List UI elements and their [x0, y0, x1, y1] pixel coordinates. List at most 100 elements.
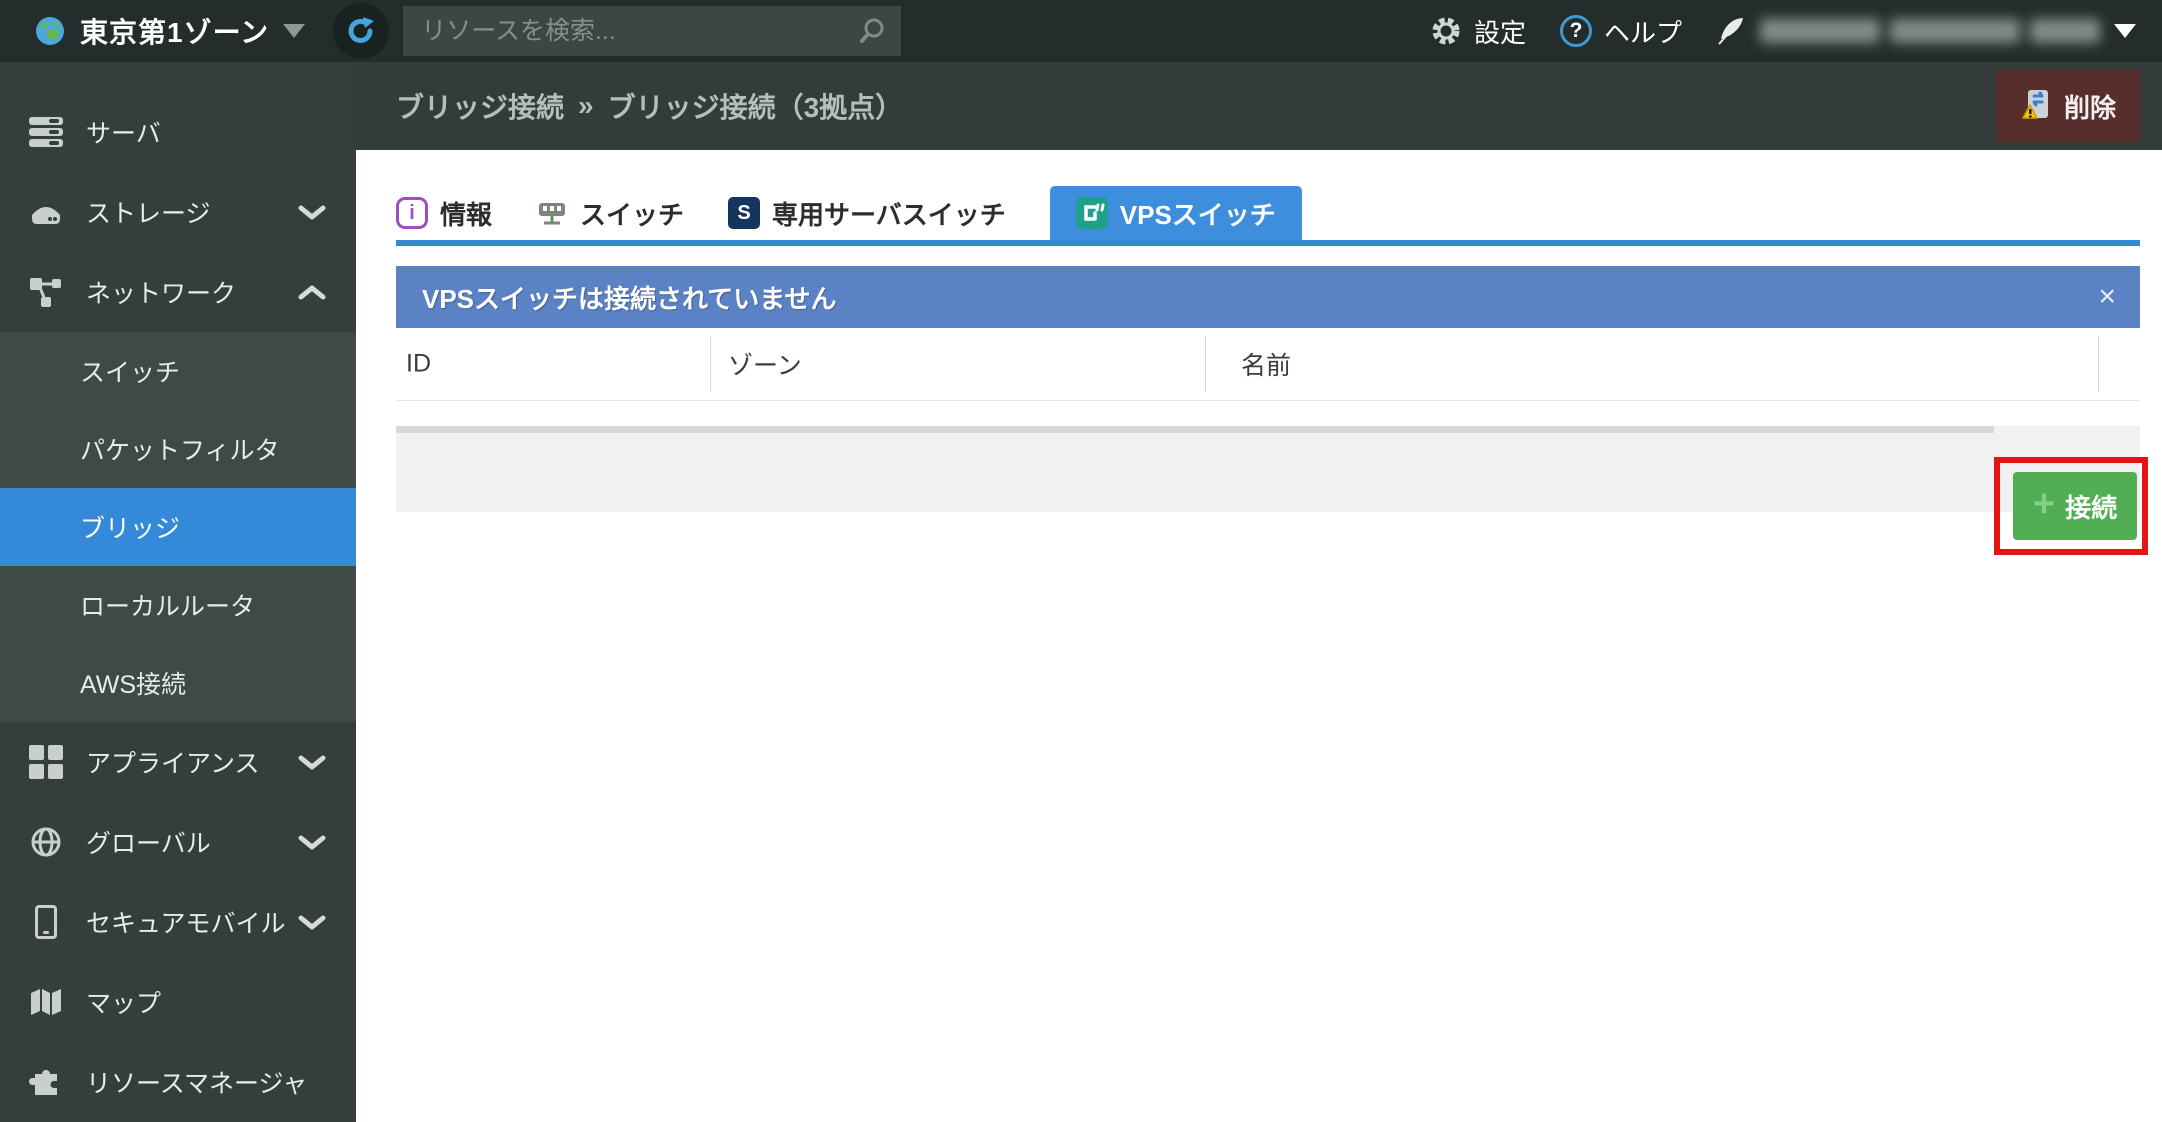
- switch-icon: [536, 197, 568, 229]
- sidebar-subitem-label: パケットフィルタ: [80, 431, 280, 467]
- chevron-up-icon: [298, 284, 326, 300]
- sidebar-item-bridge[interactable]: ブリッジ: [0, 488, 356, 566]
- refresh-button[interactable]: [333, 3, 389, 59]
- sidebar-item-network[interactable]: ネットワーク: [0, 252, 356, 332]
- settings-label: 設定: [1474, 13, 1526, 50]
- close-icon[interactable]: ×: [2098, 282, 2116, 312]
- delete-icon: [2020, 88, 2052, 124]
- topbar-right: 設定 ? ヘルプ: [1430, 13, 2162, 50]
- table-header: ID ゾーン 名前: [396, 328, 2140, 401]
- sidebar-item-appliance[interactable]: アプライアンス: [0, 722, 356, 802]
- tab-dedicated-switch[interactable]: S 専用サーバスイッチ: [728, 186, 1006, 240]
- tab-label: VPSスイッチ: [1120, 195, 1276, 232]
- empty-table-row: [396, 426, 2140, 512]
- column-divider: [710, 336, 711, 392]
- sidebar-item-storage[interactable]: ストレージ: [0, 172, 356, 252]
- vps-icon: [1076, 197, 1108, 229]
- network-submenu: スイッチ パケットフィルタ ブリッジ ローカルルータ AWS接続: [0, 332, 356, 722]
- alert-message: VPSスイッチは接続されていません: [422, 279, 836, 316]
- sidebar-item-resource-manager[interactable]: リソースマネージャ: [0, 1042, 356, 1122]
- connect-label: 接続: [2065, 488, 2117, 525]
- search-input[interactable]: [403, 17, 857, 46]
- page-header: ブリッジ接続 » ブリッジ接続（3拠点） 削除: [356, 62, 2162, 150]
- sidebar-subitem-label: AWS接続: [80, 665, 186, 701]
- sidebar-item-secure-mobile[interactable]: セキュアモバイル: [0, 882, 356, 962]
- storage-icon: [28, 197, 64, 227]
- appliance-icon: [28, 745, 64, 779]
- delete-button[interactable]: 削除: [1996, 70, 2140, 142]
- dedicated-server-icon: S: [728, 197, 760, 229]
- sidebar-item-global[interactable]: グローバル: [0, 802, 356, 882]
- tab-label: スイッチ: [580, 195, 684, 232]
- app-window: 東京第1ゾーン: [0, 0, 2162, 1122]
- chevron-down-icon: [298, 834, 326, 850]
- help-button[interactable]: ? ヘルプ: [1560, 13, 1682, 50]
- settings-button[interactable]: 設定: [1430, 13, 1526, 50]
- tab-info[interactable]: i 情報: [396, 186, 492, 240]
- tab-bar: i 情報 スイッチ S 専用サー: [396, 186, 2140, 246]
- puzzle-icon: [28, 1066, 64, 1098]
- globe-outline-icon: [28, 825, 64, 859]
- connect-button[interactable]: + 接続: [2013, 472, 2137, 540]
- sidebar-item-label: グローバル: [86, 824, 211, 860]
- map-icon: [28, 987, 64, 1017]
- breadcrumb-current: ブリッジ接続（3拠点）: [608, 86, 904, 126]
- tab-label: 情報: [440, 195, 492, 232]
- sidebar-item-label: リソースマネージャ: [86, 1064, 307, 1100]
- column-divider: [2098, 336, 2099, 392]
- mobile-icon: [28, 905, 64, 939]
- sidebar-item-map[interactable]: マップ: [0, 962, 356, 1042]
- user-menu[interactable]: [1716, 15, 2136, 47]
- sidebar-item-switch[interactable]: スイッチ: [0, 332, 356, 410]
- globe-icon: [34, 15, 66, 47]
- chevron-down-icon: [298, 204, 326, 220]
- breadcrumb: ブリッジ接続 » ブリッジ接続（3拠点）: [396, 86, 903, 126]
- gear-icon: [1430, 15, 1462, 47]
- help-label: ヘルプ: [1604, 13, 1682, 50]
- column-divider: [1205, 336, 1206, 392]
- main-panel: ブリッジ接続 » ブリッジ接続（3拠点） 削除: [356, 62, 2162, 1122]
- sidebar-item-server[interactable]: サーバ: [0, 92, 356, 172]
- sidebar-item-label: ストレージ: [86, 194, 211, 230]
- row-top-bar: [396, 426, 1994, 433]
- search-box[interactable]: [403, 6, 901, 56]
- sidebar-item-label: マップ: [86, 984, 161, 1020]
- caret-down-icon: [283, 24, 305, 38]
- zone-selector[interactable]: 東京第1ゾーン: [0, 0, 327, 62]
- breadcrumb-parent[interactable]: ブリッジ接続: [396, 86, 564, 126]
- network-icon: [28, 276, 64, 308]
- alert-banner: VPSスイッチは接続されていません ×: [396, 266, 2140, 328]
- highlight-annotation: + 接続: [1994, 457, 2148, 555]
- chevron-down-icon: [298, 914, 326, 930]
- sidebar-item-label: サーバ: [86, 114, 161, 150]
- topbar: 東京第1ゾーン: [0, 0, 2162, 62]
- tab-vps-switch[interactable]: VPSスイッチ: [1050, 186, 1302, 240]
- sidebar-item-label: アプライアンス: [86, 744, 260, 780]
- help-icon: ?: [1560, 15, 1592, 47]
- breadcrumb-separator: »: [578, 90, 594, 122]
- sidebar-item-local-router[interactable]: ローカルルータ: [0, 566, 356, 644]
- sidebar-subitem-label: スイッチ: [80, 353, 180, 389]
- column-header-name: 名前: [1241, 346, 1291, 382]
- sidebar-item-aws[interactable]: AWS接続: [0, 644, 356, 722]
- refresh-icon: [345, 15, 377, 47]
- server-icon: [28, 117, 64, 147]
- user-name-redacted: [1760, 19, 2100, 43]
- chevron-down-icon: [298, 754, 326, 770]
- zone-label: 東京第1ゾーン: [80, 11, 269, 51]
- sidebar-item-packet-filter[interactable]: パケットフィルタ: [0, 410, 356, 488]
- sidebar-subitem-label: ローカルルータ: [80, 587, 255, 623]
- column-header-zone: ゾーン: [728, 346, 802, 382]
- feather-icon: [1716, 15, 1746, 47]
- caret-down-icon: [2114, 24, 2136, 38]
- sidebar-subitem-label: ブリッジ: [80, 509, 180, 545]
- sidebar: サーバ ストレージ: [0, 62, 356, 1122]
- sidebar-item-label: セキュアモバイル: [86, 904, 286, 940]
- tab-switch[interactable]: スイッチ: [536, 186, 684, 240]
- info-icon: i: [396, 197, 428, 229]
- tab-label: 専用サーバスイッチ: [772, 195, 1006, 232]
- column-header-id: ID: [406, 350, 431, 379]
- search-icon: [857, 16, 887, 46]
- content-area: i 情報 スイッチ S 専用サー: [356, 186, 2162, 512]
- delete-label: 削除: [2064, 88, 2116, 125]
